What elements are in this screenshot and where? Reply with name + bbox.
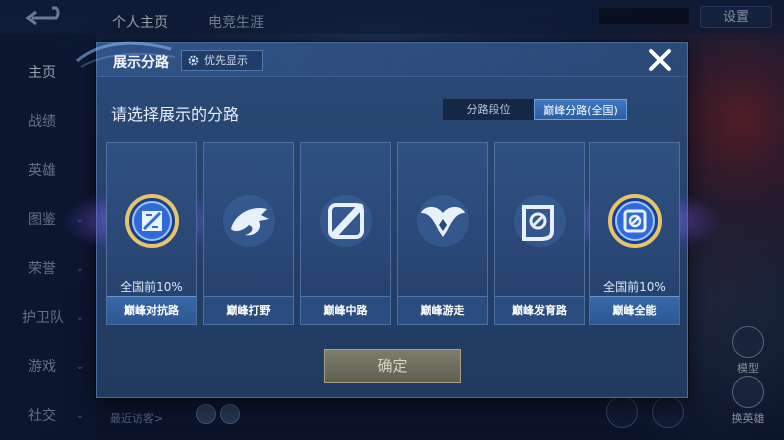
- priority-display-button[interactable]: 优先显示: [181, 50, 263, 71]
- role-label: 巅峰游走: [398, 296, 487, 324]
- staff-icon: [320, 195, 372, 247]
- role-label: 巅峰中路: [301, 296, 390, 324]
- shield-sword-icon: [125, 194, 179, 248]
- confirm-button[interactable]: 确定: [324, 349, 461, 383]
- wings-icon: [417, 195, 469, 247]
- role-card-top-lane[interactable]: 全国前10% 巅峰对抗路: [106, 142, 197, 325]
- ranking-mode-toggle: 分路段位 巅峰分路(全国): [442, 98, 628, 121]
- role-card-roam[interactable]: 巅峰游走: [397, 142, 488, 325]
- role-label: 巅峰发育路: [495, 296, 584, 324]
- gear-icon: [188, 55, 199, 66]
- role-display-dialog: 展示分路 优先显示 请选择展示的分路 分路段位 巅峰分路(全国) 全国前10% …: [61, 41, 723, 398]
- role-card-farm-lane[interactable]: 巅峰发育路: [494, 142, 585, 325]
- rank-percentile: 全国前10%: [603, 280, 666, 294]
- bow-icon: [514, 195, 566, 247]
- role-card-mid-lane[interactable]: 巅峰中路: [300, 142, 391, 325]
- dialog-header: 展示分路 优先显示: [76, 41, 687, 77]
- rank-percentile: 全国前10%: [120, 280, 183, 294]
- role-label: 巅峰打野: [204, 296, 293, 324]
- role-label: 巅峰对抗路: [107, 296, 196, 324]
- dialog-title: 展示分路: [113, 55, 169, 71]
- role-card-all-round[interactable]: 全国前10% 巅峰全能: [589, 142, 680, 325]
- dragon-icon: [223, 195, 275, 247]
- dialog-subtitle: 请选择展示的分路: [111, 105, 240, 124]
- close-icon[interactable]: [647, 47, 673, 73]
- tab-peak-role-national[interactable]: 巅峰分路(全国): [534, 99, 627, 120]
- all-round-icon: [608, 194, 662, 248]
- tab-role-rank[interactable]: 分路段位: [443, 99, 534, 120]
- role-label: 巅峰全能: [590, 296, 679, 324]
- role-card-jungle[interactable]: 巅峰打野: [203, 142, 294, 325]
